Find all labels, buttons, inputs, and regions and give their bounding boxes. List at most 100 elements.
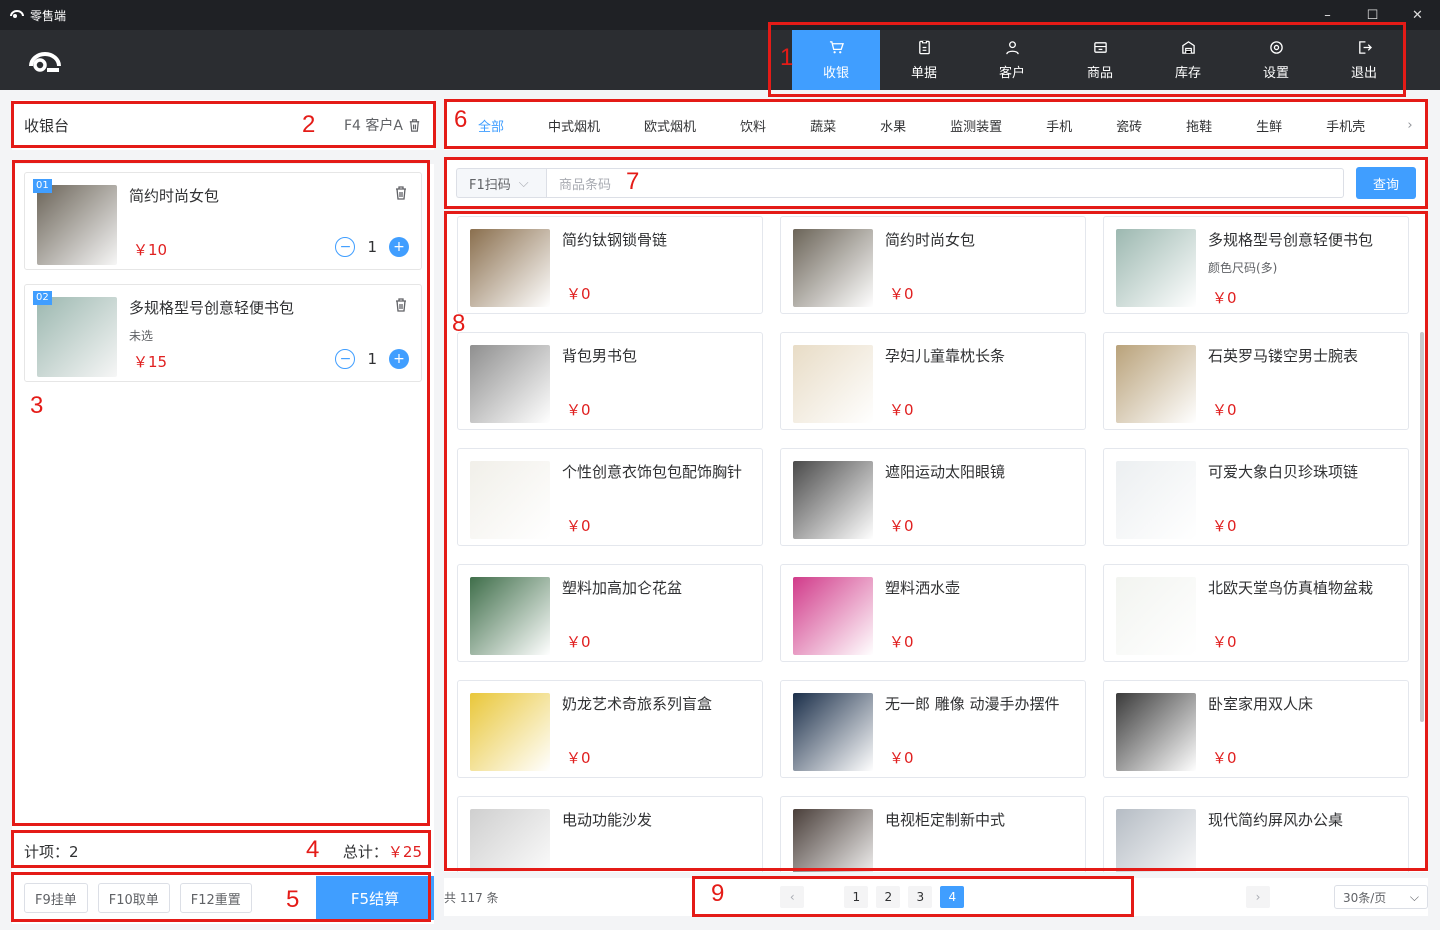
- item-name: 多规格型号创意轻便书包: [129, 299, 295, 317]
- product-card[interactable]: 卧室家用双人床 ￥0: [1103, 680, 1409, 778]
- nav-item-logout[interactable]: 退出: [1320, 30, 1408, 90]
- minus-icon[interactable]: −: [335, 237, 356, 257]
- category-tab[interactable]: 蔬菜: [810, 116, 836, 135]
- nav-item-settings[interactable]: 设置: [1232, 30, 1320, 90]
- product-card[interactable]: 无一郎 雕像 动漫手办摆件 ￥0: [780, 680, 1086, 778]
- product-image: [37, 185, 117, 265]
- product-image: [1116, 229, 1196, 307]
- product-card[interactable]: 孕妇儿童靠枕长条 ￥0: [780, 332, 1086, 430]
- product-price: ￥0: [566, 633, 591, 651]
- nav-item-warehouse[interactable]: 库存: [1144, 30, 1232, 90]
- trash-icon[interactable]: [393, 185, 409, 205]
- cart-item: 02 多规格型号创意轻便书包 未选 ￥15 −1 +: [24, 284, 422, 382]
- cart-total: 总计：￥25: [343, 841, 422, 862]
- category-tab[interactable]: 生鲜: [1256, 116, 1282, 135]
- maximize-button[interactable]: ☐: [1350, 0, 1395, 30]
- product-card[interactable]: 电视柜定制新中式: [780, 796, 1086, 872]
- scan-mode-select[interactable]: F1扫码 ⌵: [456, 168, 546, 198]
- category-tab[interactable]: 监测装置: [950, 116, 1002, 135]
- product-image: [793, 693, 873, 771]
- product-card[interactable]: 简约时尚女包 ￥0: [780, 216, 1086, 314]
- nav-label: 库存: [1174, 65, 1201, 81]
- barcode-input[interactable]: 商品条码: [546, 168, 1344, 198]
- product-card[interactable]: 多规格型号创意轻便书包 颜色尺码(多) ￥0: [1103, 216, 1409, 314]
- product-card[interactable]: 遮阳运动太阳眼镜 ￥0: [780, 448, 1086, 546]
- product-card[interactable]: 奶龙艺术奇旅系列盲盒 ￥0: [457, 680, 763, 778]
- chevron-down-icon: ⌵: [518, 175, 529, 191]
- minimize-button[interactable]: –: [1305, 0, 1350, 30]
- category-tab[interactable]: 瓷砖: [1116, 116, 1142, 135]
- product-grid: 简约钛钢锁骨链 ￥0 简约时尚女包 ￥0 多规格型号创意轻便书包 颜色尺码(多) ￥0 背包男…: [444, 212, 1428, 872]
- retrieve-order-button[interactable]: F10取单: [97, 883, 170, 913]
- product-card[interactable]: 北欧天堂鸟仿真植物盆栽 ￥0: [1103, 564, 1409, 662]
- hold-order-button[interactable]: F9挂单: [24, 883, 88, 913]
- item-price: ￥15: [133, 353, 168, 371]
- product-image: [793, 577, 873, 655]
- product-card[interactable]: 简约钛钢锁骨链 ￥0: [457, 216, 763, 314]
- product-card[interactable]: 现代简约屏风办公桌: [1103, 796, 1409, 872]
- product-card[interactable]: 可爱大象白贝珍珠项链 ￥0: [1103, 448, 1409, 546]
- product-name: 个性创意衣饰包包配饰胸针: [562, 463, 743, 481]
- category-tab[interactable]: 手机壳: [1326, 116, 1365, 135]
- grid-scrollbar[interactable]: [1420, 332, 1424, 722]
- product-card[interactable]: 塑料洒水壶 ￥0: [780, 564, 1086, 662]
- category-tab[interactable]: 中式烟机: [548, 116, 600, 135]
- item-spec[interactable]: 未选: [129, 327, 153, 344]
- page-size-select[interactable]: 30条/页 ⌵: [1333, 885, 1428, 909]
- category-tab[interactable]: 全部: [478, 116, 504, 135]
- reset-button[interactable]: F12重置: [179, 883, 252, 913]
- nav-label: 退出: [1350, 65, 1377, 81]
- page-number[interactable]: 1: [844, 886, 869, 908]
- annotation-label-7: 7: [626, 168, 640, 195]
- trash-icon[interactable]: [393, 297, 409, 317]
- category-tab[interactable]: 饮料: [740, 116, 766, 135]
- annotation-label-9: 9: [711, 880, 725, 907]
- category-tab[interactable]: 水果: [880, 116, 906, 135]
- product-card[interactable]: 电动功能沙发: [457, 796, 763, 872]
- page-number[interactable]: 3: [908, 886, 933, 908]
- category-tab[interactable]: 手机: [1046, 116, 1072, 135]
- settle-button[interactable]: F5结算: [316, 876, 434, 920]
- plus-icon[interactable]: +: [389, 237, 409, 257]
- product-image: [470, 461, 550, 539]
- item-price: ￥10: [133, 241, 168, 259]
- nav-item-user[interactable]: 客户: [968, 30, 1056, 90]
- query-button[interactable]: 查询: [1356, 167, 1416, 199]
- product-card[interactable]: 石英罗马镂空男士腕表 ￥0: [1103, 332, 1409, 430]
- product-price: ￥0: [889, 401, 914, 419]
- prev-page-icon[interactable]: ‹: [780, 886, 805, 908]
- minus-icon[interactable]: −: [335, 349, 356, 369]
- trash-icon[interactable]: [407, 118, 422, 133]
- annotation-label-4: 4: [306, 836, 320, 863]
- settings-icon: [1269, 40, 1284, 59]
- cart-title: 收银台: [24, 116, 70, 135]
- cloud-logo-icon: [29, 52, 61, 72]
- item-name: 简约时尚女包: [129, 187, 220, 205]
- close-button[interactable]: ✕: [1395, 0, 1440, 30]
- product-name: 卧室家用双人床: [1208, 695, 1314, 713]
- chevron-right-icon[interactable]: ›: [1392, 100, 1428, 150]
- category-tab[interactable]: 欧式烟机: [644, 116, 696, 135]
- cart-icon: [829, 40, 844, 59]
- next-page-icon[interactable]: ›: [1245, 886, 1270, 908]
- product-price: ￥0: [889, 633, 914, 651]
- item-count: 计项：2: [24, 842, 79, 861]
- page-number[interactable]: 2: [876, 886, 901, 908]
- product-name: 北欧天堂鸟仿真植物盆栽: [1208, 579, 1374, 597]
- nav-item-box[interactable]: 商品: [1056, 30, 1144, 90]
- category-tab[interactable]: 拖鞋: [1186, 116, 1212, 135]
- nav-item-cart[interactable]: 收银: [792, 30, 880, 90]
- action-bar: F9挂单 F10取单 F12重置 F5结算: [12, 876, 434, 920]
- nav-item-document[interactable]: 单据: [880, 30, 968, 90]
- quantity-stepper: −1 +: [335, 237, 409, 257]
- plus-icon[interactable]: +: [389, 349, 409, 369]
- product-card[interactable]: 个性创意衣饰包包配饰胸针 ￥0: [457, 448, 763, 546]
- page-number[interactable]: 4: [940, 886, 965, 908]
- product-card[interactable]: 塑料加高加仑花盆 ￥0: [457, 564, 763, 662]
- customer-selector[interactable]: F4 客户A: [344, 115, 422, 135]
- product-name: 塑料洒水壶: [885, 579, 961, 597]
- product-image: [1116, 577, 1196, 655]
- product-name: 可爱大象白贝珍珠项链: [1208, 463, 1359, 481]
- product-card[interactable]: 背包男书包 ￥0: [457, 332, 763, 430]
- chevron-down-icon: ⌵: [1409, 889, 1419, 904]
